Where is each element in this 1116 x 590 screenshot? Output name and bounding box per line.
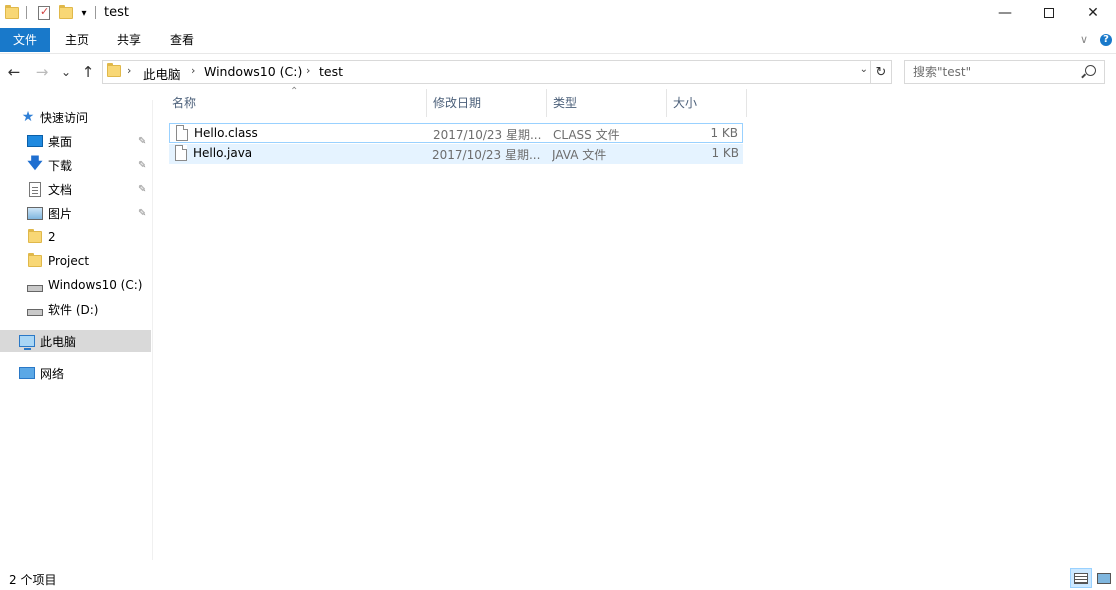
- file-name: Hello.java: [193, 146, 253, 160]
- new-folder-icon[interactable]: [58, 4, 74, 22]
- navigation-pane: ★ 快速访问 桌面 ✎ 🡇 下载 ✎ 文档 ✎ 图片 ✎ 2 Project W…: [0, 100, 153, 560]
- file-date: 2017/10/23 星期...: [433, 128, 542, 142]
- pin-icon[interactable]: ✎: [138, 136, 146, 147]
- column-header-date[interactable]: 修改日期: [427, 89, 547, 117]
- sidebar-item-label: 软件 (D:): [48, 302, 99, 317]
- properties-icon[interactable]: [36, 4, 52, 22]
- file-date: 2017/10/23 星期...: [432, 148, 541, 162]
- sidebar-item-quick-access[interactable]: ★ 快速访问: [0, 106, 151, 128]
- breadcrumb-drive[interactable]: Windows10 (C:): [204, 64, 302, 79]
- folder-icon[interactable]: [4, 4, 20, 22]
- sidebar-item-label: 网络: [40, 366, 65, 381]
- sidebar-item-label: 桌面: [48, 134, 73, 149]
- sidebar-item-label: 文档: [48, 182, 73, 197]
- sidebar-item-desktop[interactable]: 桌面 ✎: [0, 130, 151, 152]
- sidebar-item-drive-c[interactable]: Windows10 (C:): [0, 274, 151, 296]
- large-icons-view-button[interactable]: [1093, 568, 1115, 588]
- sidebar-item-label: Windows10 (C:): [48, 278, 143, 292]
- address-bar[interactable]: › 此电脑 › Windows10 (C:) › test ⌄: [102, 60, 871, 84]
- desktop-icon: [27, 133, 43, 149]
- sidebar-item-label: 此电脑: [40, 334, 77, 349]
- search-input[interactable]: [913, 62, 1083, 82]
- sidebar-item-network[interactable]: 网络: [0, 362, 151, 384]
- minimize-button[interactable]: —: [982, 0, 1028, 26]
- search-icon[interactable]: [1085, 65, 1096, 76]
- sidebar-item-pictures[interactable]: 图片 ✎: [0, 202, 151, 224]
- network-icon: [19, 365, 35, 381]
- sidebar-item-label: 2: [48, 230, 56, 244]
- maximize-icon: [1044, 8, 1054, 18]
- expand-ribbon-icon[interactable]: ∨: [1076, 28, 1092, 52]
- table-row[interactable]: Hello.java 2017/10/23 星期... JAVA 文件 1 KB: [169, 144, 743, 164]
- sidebar-item-label: Project: [48, 254, 90, 268]
- breadcrumb-this-pc[interactable]: 此电脑: [143, 64, 181, 83]
- star-icon: ★: [21, 109, 35, 125]
- file-name: Hello.class: [194, 126, 258, 140]
- tab-file[interactable]: 文件: [0, 28, 50, 52]
- details-view-icon: [1074, 572, 1088, 584]
- tab-share[interactable]: 共享: [108, 28, 150, 52]
- help-icon[interactable]: ?: [1100, 34, 1112, 46]
- up-button[interactable]: ↑: [78, 61, 98, 83]
- maximize-button[interactable]: [1026, 0, 1072, 26]
- forward-button[interactable]: →: [32, 61, 52, 83]
- drive-icon: [27, 301, 43, 317]
- chevron-right-icon[interactable]: ›: [191, 64, 195, 77]
- sidebar-item-label: 图片: [48, 206, 73, 221]
- file-type: CLASS 文件: [553, 128, 620, 142]
- chevron-down-icon[interactable]: ⌄: [860, 64, 868, 75]
- sidebar-item-drive-d[interactable]: 软件 (D:): [0, 298, 151, 320]
- pin-icon[interactable]: ✎: [138, 184, 146, 195]
- file-icon: [175, 145, 187, 161]
- title-bar: ▾ test — ✕: [0, 0, 1116, 26]
- back-button[interactable]: ←: [4, 61, 24, 83]
- column-header-type[interactable]: 类型: [547, 89, 667, 117]
- download-icon: 🡇: [27, 153, 43, 172]
- sidebar-item-documents[interactable]: 文档 ✎: [0, 178, 151, 200]
- sidebar-item-label: 下载: [48, 158, 73, 173]
- column-header-name[interactable]: 名称: [166, 89, 427, 117]
- folder-icon: [107, 63, 121, 77]
- search-box[interactable]: [904, 60, 1105, 84]
- chevron-right-icon[interactable]: ›: [306, 64, 310, 77]
- item-count: 2 个项目: [9, 573, 57, 587]
- customize-quick-access-icon[interactable]: ▾: [78, 4, 90, 22]
- breadcrumb-test[interactable]: test: [319, 64, 343, 79]
- drive-icon: [27, 277, 43, 293]
- large-icons-view-icon: [1097, 572, 1111, 584]
- file-list: ⌃ 名称 修改日期 类型 大小 Hello.class 2017/10/23 星…: [154, 86, 1116, 559]
- computer-icon: [19, 333, 35, 350]
- status-bar: 2 个项目: [0, 566, 1116, 590]
- navigation-bar: ← → ⌄ ↑ › 此电脑 › Windows10 (C:) › test ⌄ …: [0, 55, 1116, 89]
- documents-icon: [27, 181, 43, 197]
- divider: [95, 6, 96, 19]
- sidebar-item-project[interactable]: Project: [0, 250, 151, 272]
- tab-view[interactable]: 查看: [161, 28, 203, 52]
- sidebar-item-label: 快速访问: [40, 110, 89, 125]
- folder-icon: [27, 253, 43, 269]
- pin-icon[interactable]: ✎: [138, 160, 146, 171]
- details-view-button[interactable]: [1070, 568, 1092, 588]
- close-button[interactable]: ✕: [1070, 0, 1116, 26]
- divider: [26, 6, 27, 19]
- tab-home[interactable]: 主页: [56, 28, 98, 52]
- column-header-size[interactable]: 大小: [667, 89, 747, 117]
- recent-locations-button[interactable]: ⌄: [58, 61, 74, 83]
- sidebar-item-folder-2[interactable]: 2: [0, 226, 151, 248]
- sidebar-item-this-pc[interactable]: 此电脑: [0, 330, 151, 352]
- pin-icon[interactable]: ✎: [138, 208, 146, 219]
- window-title: test: [104, 5, 129, 20]
- sidebar-item-downloads[interactable]: 🡇 下载 ✎: [0, 154, 151, 176]
- file-type: JAVA 文件: [552, 148, 607, 162]
- ribbon-tabs: 文件 主页 共享 查看 ∨ ?: [0, 26, 1116, 54]
- chevron-right-icon[interactable]: ›: [127, 64, 131, 77]
- folder-icon: [27, 229, 43, 245]
- pictures-icon: [27, 205, 43, 221]
- file-icon: [176, 125, 188, 141]
- file-size: 1 KB: [710, 126, 738, 140]
- table-row[interactable]: Hello.class 2017/10/23 星期... CLASS 文件 1 …: [169, 123, 743, 143]
- refresh-button[interactable]: ↻: [871, 60, 892, 84]
- file-size: 1 KB: [711, 146, 739, 160]
